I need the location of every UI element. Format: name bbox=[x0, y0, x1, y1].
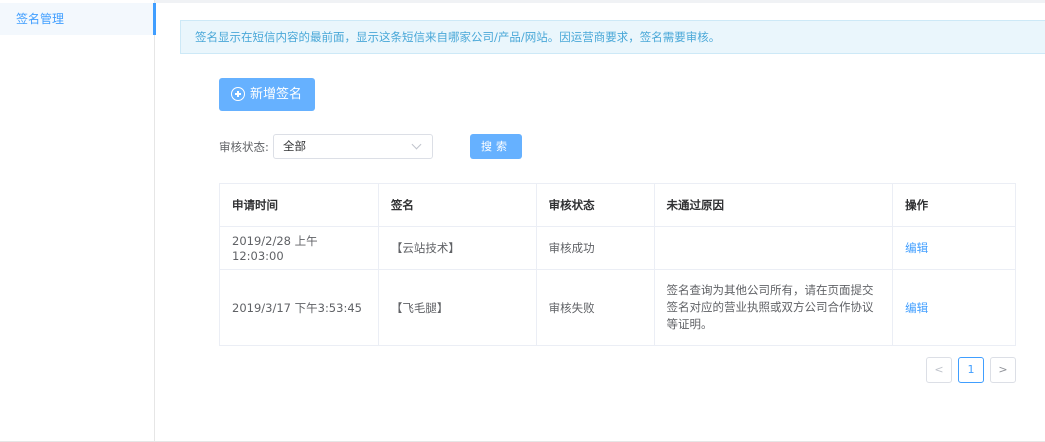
sidebar-item-label: 签名管理 bbox=[16, 12, 65, 26]
chevron-down-icon bbox=[411, 139, 422, 150]
cell-reason bbox=[653, 226, 894, 270]
add-signature-button[interactable]: 新增签名 bbox=[219, 78, 315, 111]
search-button[interactable]: 搜索 bbox=[470, 134, 522, 159]
table-row: 2019/2/28 上午12:03:00 【云站技术】 审核成功 编辑 bbox=[219, 226, 1016, 270]
status-select-value: 全部 bbox=[283, 139, 306, 153]
cell-action: 编辑 bbox=[892, 269, 1016, 346]
signature-table: 申请时间 签名 审核状态 未通过原因 操作 2019/2/28 上午12:03:… bbox=[219, 183, 1016, 346]
status-select[interactable]: 全部 bbox=[273, 134, 433, 159]
app: 签名管理 签名显示在短信内容的最前面，显示这条短信来自哪家公司/产品/网站。因运… bbox=[0, 0, 1045, 442]
page-number-button[interactable]: 1 bbox=[958, 357, 984, 383]
column-header-status: 审核状态 bbox=[535, 183, 655, 227]
plus-circle-icon bbox=[231, 87, 245, 101]
status-filter-label: 审核状态: bbox=[219, 140, 269, 154]
column-header-apply-time: 申请时间 bbox=[219, 183, 379, 227]
cell-status: 审核失败 bbox=[535, 269, 655, 346]
alert-text: 签名显示在短信内容的最前面，显示这条短信来自哪家公司/产品/网站。因运营商要求，… bbox=[195, 30, 721, 44]
cell-apply-time: 2019/2/28 上午12:03:00 bbox=[219, 226, 379, 270]
table-header-row: 申请时间 签名 审核状态 未通过原因 操作 bbox=[219, 183, 1016, 227]
next-page-button[interactable]: > bbox=[990, 357, 1016, 383]
sidebar: 签名管理 bbox=[0, 0, 156, 442]
cell-action: 编辑 bbox=[892, 226, 1016, 270]
table-row: 2019/3/17 下午3:53:45 【飞毛腿】 审核失败 签名查询为其他公司… bbox=[219, 269, 1016, 346]
column-header-action: 操作 bbox=[892, 183, 1016, 227]
column-header-reason: 未通过原因 bbox=[653, 183, 894, 227]
sidebar-item-signature-management[interactable]: 签名管理 bbox=[0, 3, 154, 35]
prev-page-button[interactable]: < bbox=[926, 357, 952, 383]
add-signature-label: 新增签名 bbox=[250, 87, 303, 102]
cell-reason: 签名查询为其他公司所有，请在页面提交签名对应的营业执照或双方公司合作协议等证明。 bbox=[653, 269, 894, 346]
info-alert: 签名显示在短信内容的最前面，显示这条短信来自哪家公司/产品/网站。因运营商要求，… bbox=[180, 20, 1045, 54]
top-divider bbox=[155, 0, 1045, 3]
edit-link[interactable]: 编辑 bbox=[905, 301, 928, 315]
cell-signature: 【飞毛腿】 bbox=[377, 269, 537, 346]
cell-signature: 【云站技术】 bbox=[377, 226, 537, 270]
cell-status: 审核成功 bbox=[535, 226, 655, 270]
cell-apply-time: 2019/3/17 下午3:53:45 bbox=[219, 269, 379, 346]
sidebar-active-indicator bbox=[153, 3, 156, 35]
column-header-signature: 签名 bbox=[377, 183, 537, 227]
edit-link[interactable]: 编辑 bbox=[905, 241, 928, 255]
